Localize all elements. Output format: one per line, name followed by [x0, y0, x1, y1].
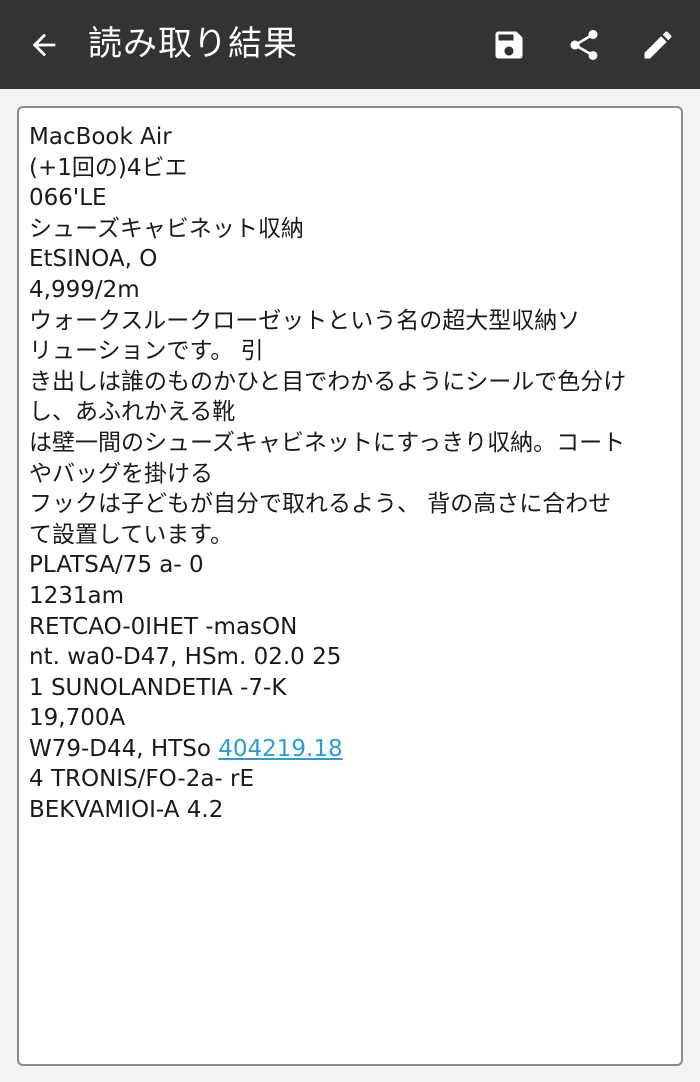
result-line: MacBook Air	[29, 124, 172, 150]
result-text-field[interactable]: MacBook Air (+1回の)4ビエ 066'LE シューズキャビネット収…	[17, 106, 683, 1066]
page-title: 読み取り結果	[88, 24, 298, 64]
result-line: ウォークスルークローゼットという名の超大型収納ソ	[29, 307, 581, 334]
result-line: リューションです。 引	[29, 338, 264, 365]
result-line: nt. wa0-D47, HSm. 02.0 25	[29, 644, 342, 671]
result-line: EtSINOA, O	[29, 246, 158, 273]
save-button[interactable]	[479, 0, 539, 89]
result-line: 1231am	[29, 582, 125, 609]
result-line: て設置しています。	[29, 521, 234, 548]
result-line: 19,700A	[29, 705, 126, 732]
result-line: フックは子どもが自分で取れるよう、 背の高さに合わせ	[29, 491, 612, 518]
save-floppy-icon	[495, 31, 523, 58]
share-button[interactable]	[554, 0, 614, 89]
result-line: RETCAO-0IHET -masON	[29, 613, 298, 640]
pencil-edit-icon	[644, 30, 672, 58]
edit-button[interactable]	[628, 0, 688, 89]
result-line-with-link: W79-D44, HTSo 404219.18	[29, 734, 671, 765]
result-line: 066'LE	[29, 185, 107, 212]
result-line: シューズキャビネット収納	[29, 215, 304, 242]
result-line: は壁一間のシューズキャビネットにすっきり収納。コート	[29, 429, 626, 456]
app-bar: 読み取り結果	[0, 0, 700, 89]
result-line: BEKVAMIOI-A 4.2	[29, 797, 224, 824]
result-line: き出しは誰のものかひと目でわかるようにシールで色分け	[29, 368, 627, 395]
result-line: 1 SUNOLANDETIA -7-K	[29, 674, 287, 701]
result-line: (+1回の)4ビエ	[29, 154, 188, 181]
result-line: やバッグを掛ける	[29, 460, 213, 487]
result-line: し、あふれかえる靴	[29, 399, 236, 426]
share-icon	[570, 29, 598, 60]
result-line: 4,999/2m	[29, 276, 140, 303]
detected-link[interactable]: 404219.18	[218, 736, 342, 762]
result-line: 4 TRONIS/FO-2a- rE	[29, 766, 255, 793]
result-line: PLATSA/75 a- 0	[29, 552, 204, 579]
back-button[interactable]	[14, 0, 74, 89]
arrow-back-icon	[32, 33, 56, 56]
result-line-prefix: W79-D44, HTSo	[29, 735, 219, 762]
